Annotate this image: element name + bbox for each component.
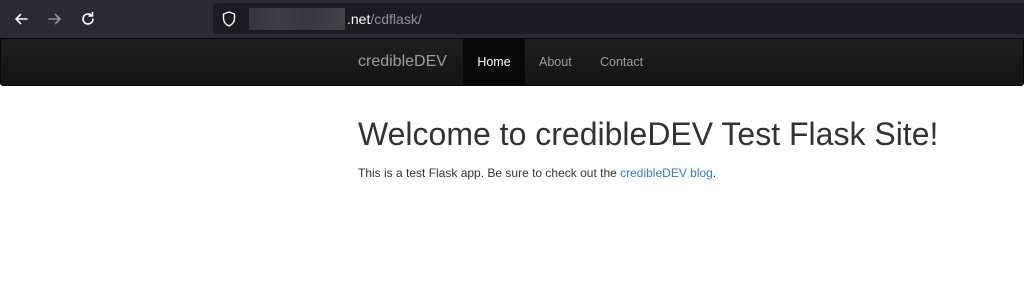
intro-end: . (712, 166, 717, 180)
url-host: .net (347, 10, 371, 27)
nav-item-about[interactable]: About (539, 39, 572, 85)
url-path: /cdflask/ (370, 10, 422, 27)
nav-item-contact[interactable]: Contact (600, 39, 643, 85)
page-title: Welcome to credibleDEV Test Flask Site! (358, 116, 939, 152)
intro-paragraph: This is a test Flask app. Be sure to che… (358, 166, 938, 180)
reload-icon[interactable] (76, 7, 100, 31)
url-text[interactable]: .net/cdflask/ (347, 11, 422, 27)
redacted-url-region (249, 7, 345, 30)
intro-text: This is a test Flask app. Be sure to che… (358, 166, 621, 180)
main-content: Welcome to credibleDEV Test Flask Site! … (358, 110, 938, 180)
address-bar[interactable]: .net/cdflask/ (213, 3, 1024, 34)
shield-icon[interactable] (222, 10, 236, 27)
browser-toolbar: .net/cdflask/ (0, 0, 1024, 38)
forward-arrow-icon[interactable] (43, 7, 67, 31)
back-arrow-icon[interactable] (9, 7, 33, 31)
brand-link[interactable]: credibleDEV (358, 39, 447, 85)
blog-link[interactable]: credibleDEV blog (620, 166, 713, 180)
site-navbar: credibleDEV Home About Contact (0, 38, 1024, 86)
nav-item-home[interactable]: Home (463, 39, 525, 85)
